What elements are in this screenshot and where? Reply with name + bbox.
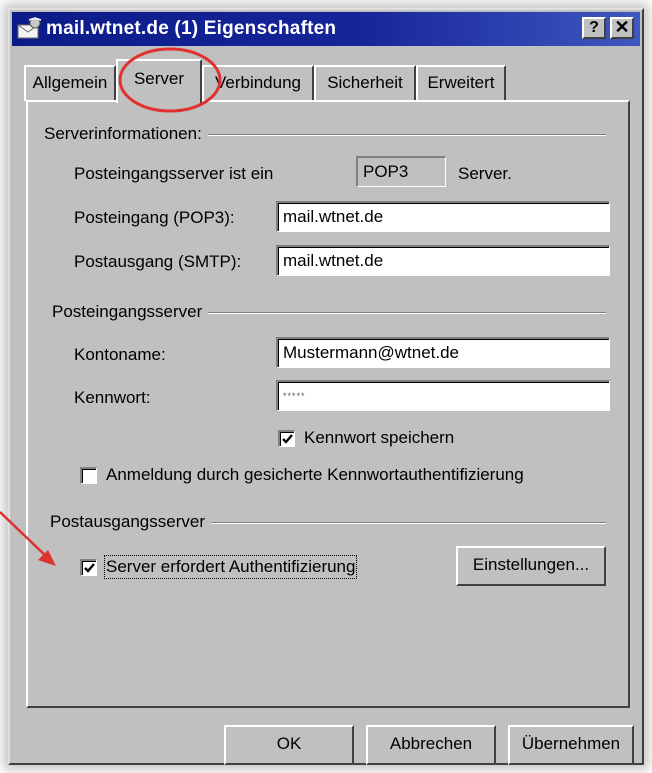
annotation-layer (0, 47, 222, 566)
arrow-icon (0, 511, 56, 566)
highlight-circle (118, 47, 222, 113)
